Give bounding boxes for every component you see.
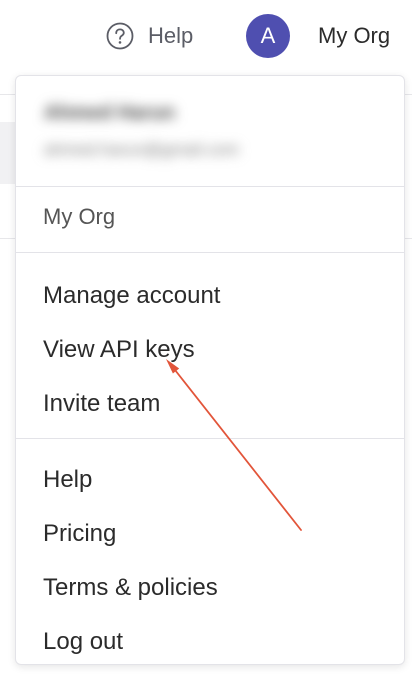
user-name: Ahmed Harun: [44, 102, 176, 124]
org-switcher[interactable]: A My Org: [246, 14, 390, 58]
menu-item-manage-account[interactable]: Manage account: [43, 282, 220, 310]
help-link[interactable]: Help: [106, 18, 193, 54]
menu-item-pricing[interactable]: Pricing: [43, 520, 116, 548]
top-bar: Help A My Org: [0, 0, 412, 70]
user-email: ahmed.harun@gmail.com: [44, 140, 239, 159]
help-label: Help: [148, 23, 194, 48]
menu-divider: [16, 252, 404, 253]
menu-item-invite-team[interactable]: Invite team: [43, 390, 160, 418]
menu-item-help[interactable]: Help: [43, 466, 92, 494]
menu-item-organization[interactable]: My Org: [43, 204, 115, 230]
avatar[interactable]: A: [246, 14, 290, 58]
background-panel: [0, 122, 16, 184]
menu-divider: [16, 186, 404, 187]
menu-divider: [16, 438, 404, 439]
account-dropdown-menu: Ahmed Harun ahmed.harun@gmail.com My Org…: [15, 75, 405, 665]
menu-item-log-out[interactable]: Log out: [43, 628, 123, 656]
menu-item-terms-policies[interactable]: Terms & policies: [43, 574, 218, 602]
org-name[interactable]: My Org: [318, 23, 390, 49]
user-info: Ahmed Harun ahmed.harun@gmail.com: [16, 76, 404, 186]
menu-item-view-api-keys[interactable]: View API keys: [43, 336, 195, 364]
question-circle-icon: [106, 22, 134, 50]
